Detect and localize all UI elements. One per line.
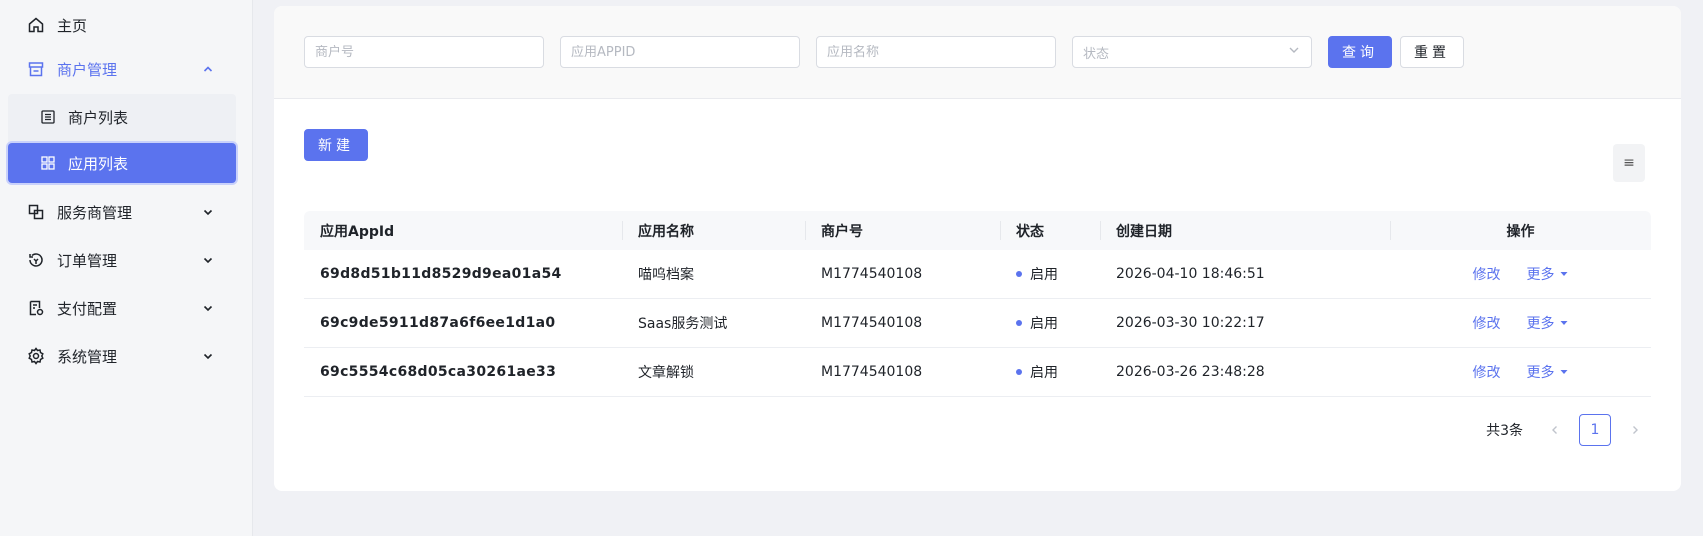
more-dropdown[interactable]: 更多 xyxy=(1527,264,1569,284)
sidebar: 主页 商户管理 商户列表 应用列表 服务商管理 订单管理 支付配置 系统管理 xyxy=(0,0,253,536)
sidebar-item-label: 支付配置 xyxy=(57,299,118,318)
more-label: 更多 xyxy=(1526,267,1555,283)
sidebar-item-system-mgmt[interactable]: 系统管理 xyxy=(0,336,253,376)
sidebar-item-label: 主页 xyxy=(57,16,88,35)
more-dropdown[interactable]: 更多 xyxy=(1527,313,1569,333)
store-icon xyxy=(27,60,45,78)
actions-cell: 修改 更多 xyxy=(1390,299,1651,347)
sidebar-item-home[interactable]: 主页 xyxy=(0,5,253,45)
sidebar-item-order-mgmt[interactable]: 订单管理 xyxy=(0,240,253,280)
page-number-button[interactable]: 1 xyxy=(1579,414,1611,446)
status-dot-icon xyxy=(1016,320,1022,326)
created-date-cell: 2026-03-30 10:22:17 xyxy=(1116,315,1265,331)
sidebar-item-label: 应用列表 xyxy=(68,154,129,173)
pagination-total: 共3条 xyxy=(1486,423,1523,439)
app-name-cell: 文章解锁 xyxy=(638,365,694,381)
status-select[interactable]: 状态 xyxy=(1072,36,1312,68)
layers-icon xyxy=(27,203,45,221)
grid-icon xyxy=(40,155,56,171)
sidebar-item-label: 商户管理 xyxy=(57,60,118,79)
home-icon xyxy=(27,16,45,34)
sidebar-item-app-list[interactable]: 应用列表 xyxy=(8,143,236,183)
table-header: 应用AppId 应用名称 商户号 状态 创建日期 操作 xyxy=(304,211,1651,250)
caret-down-icon xyxy=(1560,321,1567,325)
query-button[interactable]: 查询 xyxy=(1328,36,1392,68)
pagination: 共3条 1 xyxy=(1486,414,1651,446)
app-id-cell: 69d8d51b11d8529d9ea01a54 xyxy=(320,266,562,282)
app-id-field[interactable] xyxy=(560,36,800,68)
next-page-icon[interactable] xyxy=(1619,414,1651,446)
app-id-cell: 69c9de5911d87a6f6ee1d1a0 xyxy=(320,315,556,331)
filter-bar: 状态 查询 重置 xyxy=(274,6,1681,99)
sidebar-item-label: 服务商管理 xyxy=(57,203,133,222)
more-label: 更多 xyxy=(1526,365,1555,381)
caret-down-icon xyxy=(1560,272,1567,276)
order-icon xyxy=(27,251,45,269)
status-text: 启用 xyxy=(1030,267,1058,283)
actions-cell: 修改 更多 xyxy=(1390,348,1651,396)
app-name-cell: Saas服务测试 xyxy=(638,316,728,332)
document-config-icon xyxy=(27,299,45,317)
app-id-input[interactable] xyxy=(571,44,789,60)
edit-link[interactable]: 修改 xyxy=(1473,362,1501,382)
table-row: 69c5554c68d05ca30261ae33 文章解锁 M177454010… xyxy=(304,348,1651,397)
caret-down-icon xyxy=(1560,370,1567,374)
status-text: 启用 xyxy=(1030,365,1058,381)
sidebar-item-label: 系统管理 xyxy=(57,347,118,366)
chevron-down-icon xyxy=(201,205,215,219)
app-name-cell: 喵呜档案 xyxy=(638,267,694,283)
app-id-cell: 69c5554c68d05ca30261ae33 xyxy=(320,364,557,380)
merchant-no-cell: M1774540108 xyxy=(821,364,923,380)
prev-page-icon[interactable] xyxy=(1539,414,1571,446)
chevron-down-icon xyxy=(1287,43,1301,61)
created-date-cell: 2026-04-10 18:46:51 xyxy=(1116,266,1265,282)
app-name-field[interactable] xyxy=(816,36,1056,68)
column-header: 商户号 xyxy=(805,211,1000,250)
status-select-placeholder: 状态 xyxy=(1083,46,1110,62)
more-dropdown[interactable]: 更多 xyxy=(1527,362,1569,382)
merchant-no-input[interactable] xyxy=(315,44,533,60)
table-row: 69d8d51b11d8529d9ea01a54 喵呜档案 M177454010… xyxy=(304,250,1651,299)
created-date-cell: 2026-03-26 23:48:28 xyxy=(1116,364,1265,380)
status-text: 启用 xyxy=(1030,316,1058,332)
column-settings-icon[interactable]: ≡ xyxy=(1613,144,1645,182)
column-header: 应用名称 xyxy=(622,211,805,250)
chevron-down-icon xyxy=(201,253,215,267)
merchant-no-cell: M1774540108 xyxy=(821,266,923,282)
column-header: 应用AppId xyxy=(320,223,395,240)
status-cell: 启用 xyxy=(1000,299,1100,347)
chevron-down-icon xyxy=(201,349,215,363)
actions-cell: 修改 更多 xyxy=(1390,250,1651,298)
merchant-no-field[interactable] xyxy=(304,36,544,68)
chevron-down-icon xyxy=(201,301,215,315)
table-row: 69c9de5911d87a6f6ee1d1a0 Saas服务测试 M17745… xyxy=(304,299,1651,348)
main-card: 状态 查询 重置 新建 ≡ 应用AppId 应用名称 商户号 状态 创建日期 操… xyxy=(274,6,1681,491)
sidebar-item-payment-config[interactable]: 支付配置 xyxy=(0,288,253,328)
sidebar-item-label: 订单管理 xyxy=(57,251,118,270)
column-header: 操作 xyxy=(1390,211,1651,250)
merchant-no-cell: M1774540108 xyxy=(821,315,923,331)
column-header: 创建日期 xyxy=(1100,211,1390,250)
edit-link[interactable]: 修改 xyxy=(1473,313,1501,333)
status-dot-icon xyxy=(1016,369,1022,375)
status-cell: 启用 xyxy=(1000,250,1100,298)
more-label: 更多 xyxy=(1526,316,1555,332)
list-icon xyxy=(40,109,56,125)
edit-link[interactable]: 修改 xyxy=(1473,264,1501,284)
sidebar-item-label: 商户列表 xyxy=(68,108,129,127)
column-header: 状态 xyxy=(1000,211,1100,250)
sidebar-item-merchant-mgmt[interactable]: 商户管理 xyxy=(0,49,253,89)
status-cell: 启用 xyxy=(1000,348,1100,396)
sidebar-item-service-provider-mgmt[interactable]: 服务商管理 xyxy=(0,192,253,232)
gear-icon xyxy=(27,347,45,365)
app-table: 应用AppId 应用名称 商户号 状态 创建日期 操作 69d8d51b11d8… xyxy=(304,211,1651,397)
chevron-up-icon xyxy=(201,62,215,76)
reset-button[interactable]: 重置 xyxy=(1400,36,1464,68)
status-dot-icon xyxy=(1016,271,1022,277)
new-button[interactable]: 新建 xyxy=(304,129,368,161)
app-name-input[interactable] xyxy=(827,44,1045,60)
sidebar-item-merchant-list[interactable]: 商户列表 xyxy=(8,97,236,137)
